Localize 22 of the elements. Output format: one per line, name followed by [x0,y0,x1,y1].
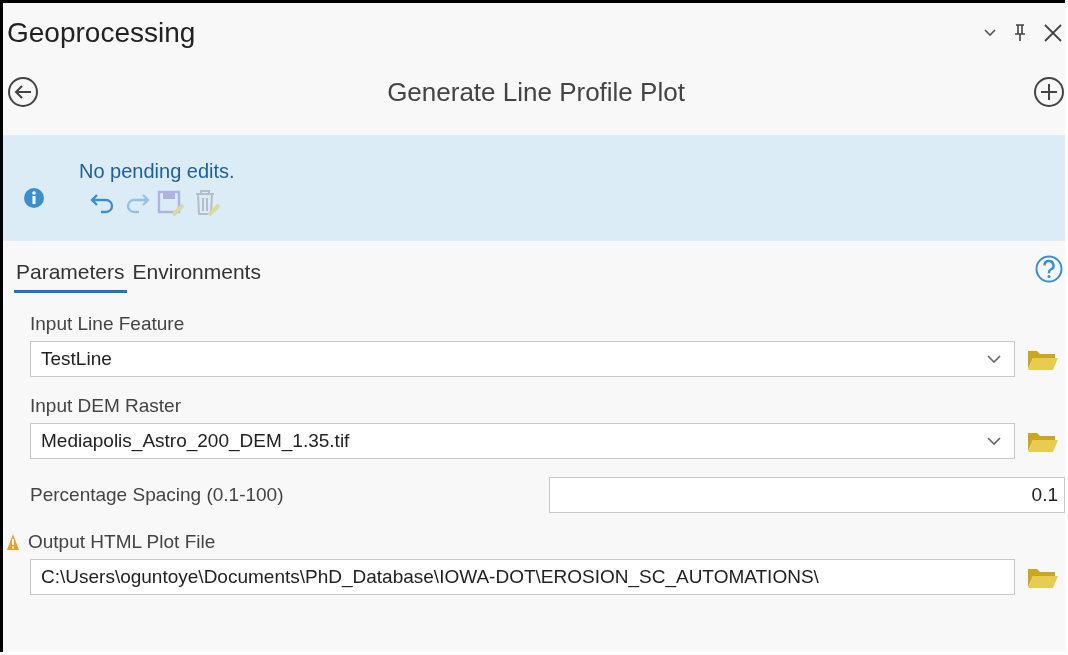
tool-title: Generate Line Profile Plot [387,76,685,108]
parameter-label: Percentage Spacing (0.1-100) [30,484,284,506]
input-field[interactable]: C:\Users\oguntoye\Documents\PhD_Database\IOWA-DOT\EROSION_SC_AUTOMATIONS\ [30,559,1015,595]
pin-icon[interactable] [1013,23,1027,43]
input-field[interactable]: 0.1 [549,477,1065,513]
window-title: Geoprocessing [7,17,196,49]
info-icon [23,187,45,209]
tab[interactable]: Parameters [14,256,127,293]
back-icon[interactable] [7,76,39,108]
parameter-label: Output HTML Plot File [28,531,216,553]
caret-icon [986,436,1002,446]
dropdown-field[interactable]: TestLine [30,341,1015,377]
dropdown-field[interactable]: Mediapolis_Astro_200_DEM_1.35.tif [30,423,1015,459]
close-icon[interactable] [1043,23,1063,43]
parameter-label: Input Line Feature [30,313,185,335]
tab[interactable]: Environments [130,256,263,293]
add-icon[interactable] [1033,76,1065,108]
dropdown-caret-icon[interactable] [983,28,997,38]
help-icon[interactable] [1035,255,1063,283]
caret-icon [986,354,1002,364]
parameter-label: Input DEM Raster [30,395,181,417]
status-message: No pending edits. [79,159,235,183]
